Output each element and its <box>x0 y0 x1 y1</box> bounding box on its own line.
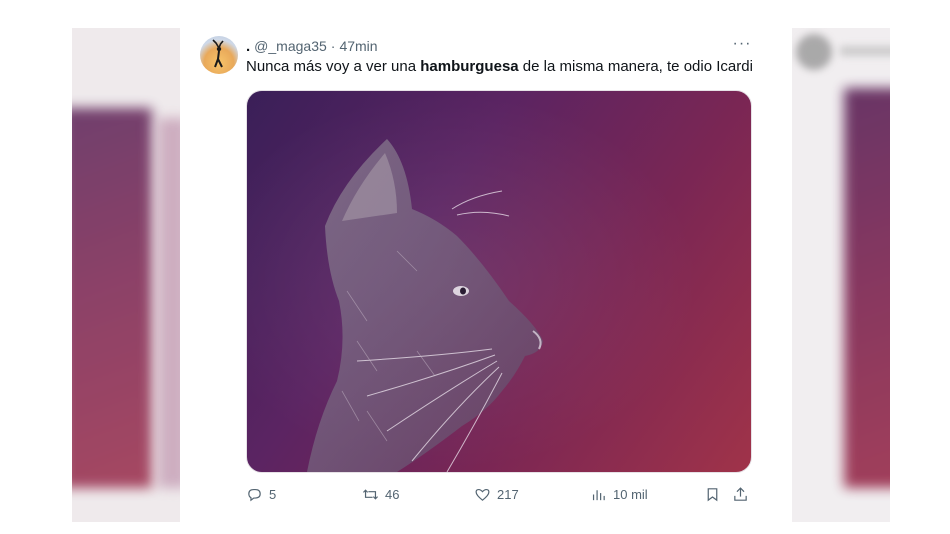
right-blurred-panel <box>792 28 890 522</box>
views-icon <box>592 489 605 500</box>
avatar[interactable] <box>200 36 238 74</box>
tweet-text-bold: hamburguesa <box>420 58 519 75</box>
display-name[interactable]: . <box>246 38 250 55</box>
blurred-text <box>840 46 890 56</box>
tweet-text: Nunca más voy a ver una hamburguesa de l… <box>246 58 753 75</box>
more-options-icon[interactable]: ··· <box>730 34 754 54</box>
avatar-silhouette-icon <box>212 39 224 68</box>
views-button[interactable]: 10 mil <box>590 486 648 503</box>
retweet-count: 46 <box>385 486 400 502</box>
share-button[interactable] <box>732 486 749 503</box>
tweet-card[interactable]: . @_maga35 · 47min ··· Nunca más voy a v… <box>184 20 768 522</box>
retweet-icon <box>362 488 379 500</box>
blurred-image-edge <box>158 118 180 488</box>
blurred-image <box>72 108 152 488</box>
like-count: 217 <box>497 486 519 502</box>
reply-icon <box>248 488 261 501</box>
separator: · <box>330 38 336 54</box>
bookmark-button[interactable] <box>704 486 721 503</box>
tweet-actions: 5 46 217 10 mil <box>246 482 756 506</box>
tweet-header: . @_maga35 · 47min <box>246 36 378 56</box>
left-blurred-panel <box>72 28 180 522</box>
reply-count: 5 <box>269 486 277 502</box>
blurred-avatar <box>796 34 832 70</box>
handle[interactable]: @_maga35 <box>254 38 327 54</box>
tweet-media[interactable] <box>246 90 752 473</box>
reply-button[interactable]: 5 <box>246 486 276 503</box>
bookmark-icon <box>707 487 718 501</box>
heart-icon <box>475 488 490 501</box>
tweet-text-start: Nunca más voy a ver una <box>246 58 421 75</box>
view-count: 10 mil <box>613 486 648 502</box>
blurred-image <box>844 88 890 488</box>
tweet-text-end: de la misma manera, te odio Icardi <box>518 58 753 75</box>
timestamp[interactable]: 47min <box>339 38 377 54</box>
share-icon <box>734 486 747 501</box>
like-button[interactable]: 217 <box>474 486 519 503</box>
retweet-button[interactable]: 46 <box>362 486 399 503</box>
cat-photo-icon <box>247 91 751 472</box>
